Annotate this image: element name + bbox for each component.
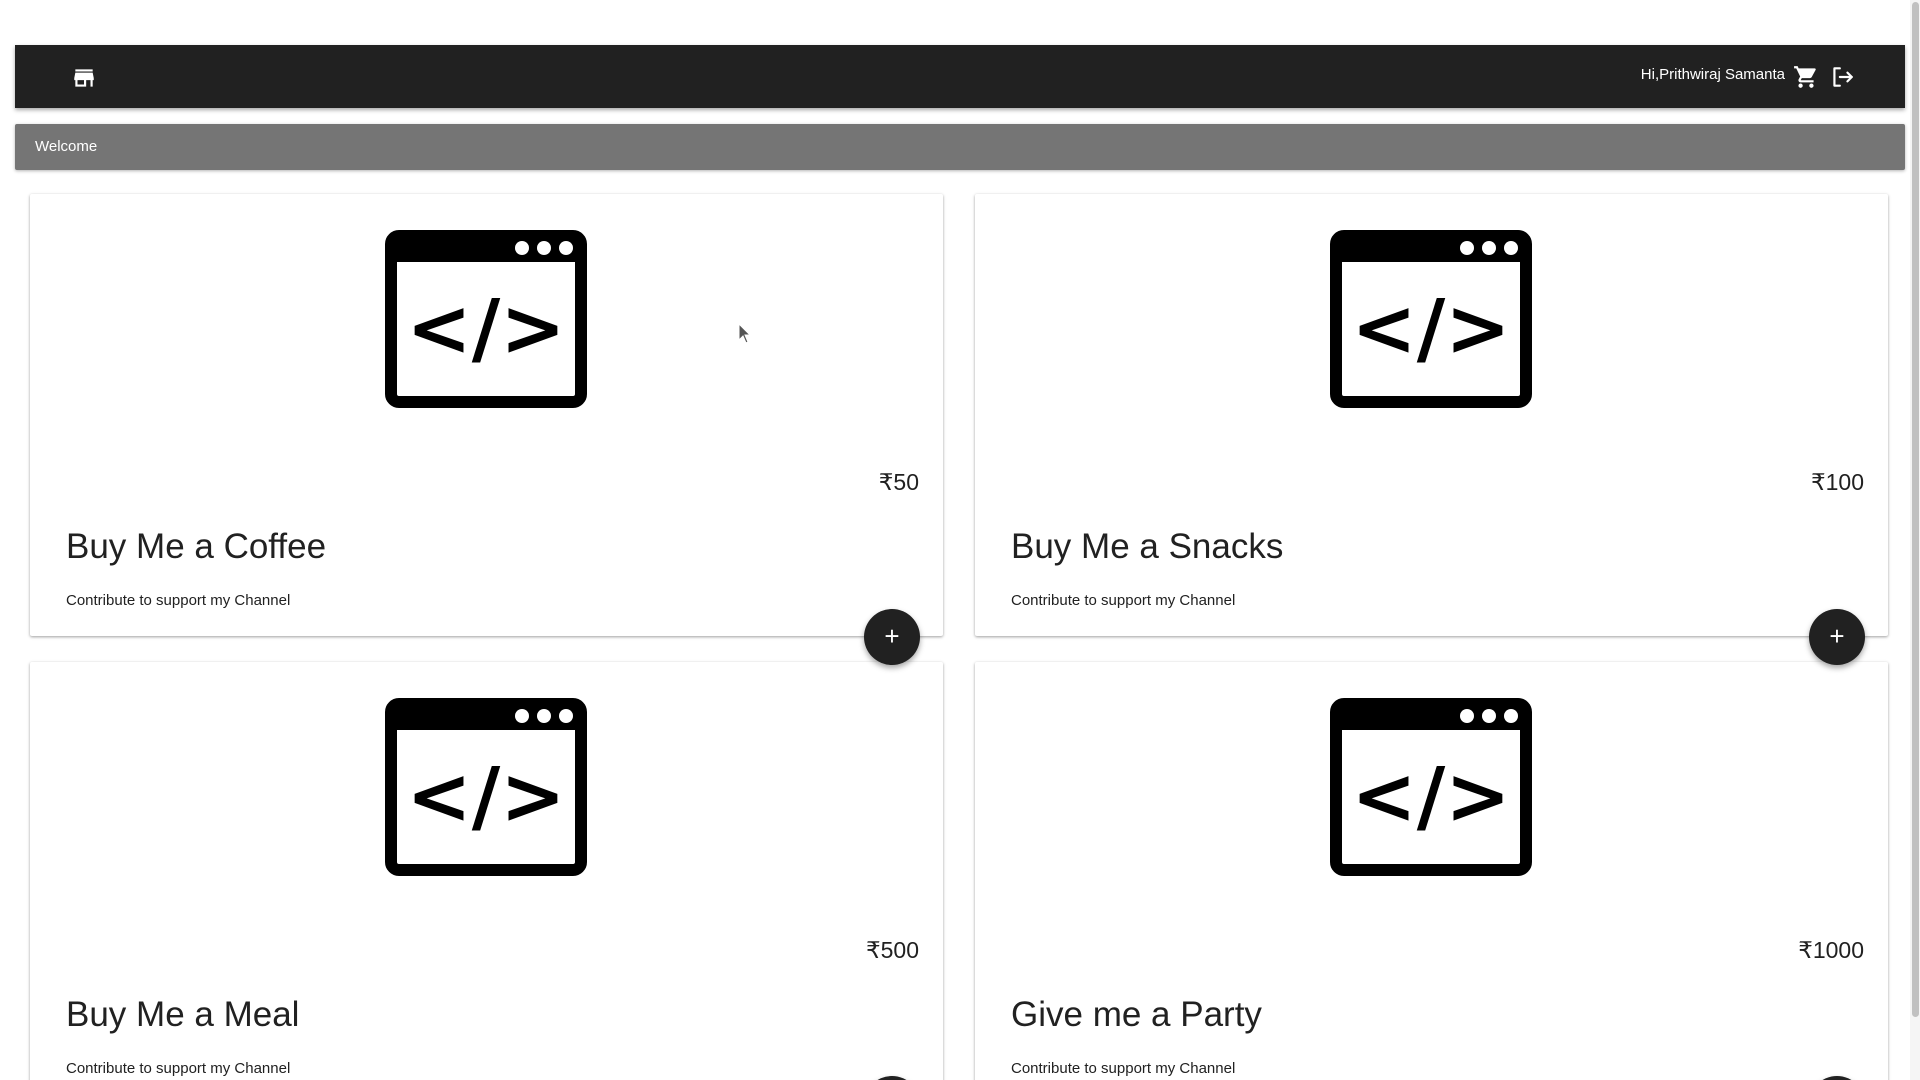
card-description: Contribute to support my Channel — [1011, 1060, 1236, 1077]
card-title: Buy Me a Snacks — [1011, 527, 1284, 566]
plus-icon: + — [884, 621, 900, 651]
svg-text:</>: </> — [1351, 752, 1510, 842]
card-price: ₹1000 — [1798, 937, 1864, 963]
user-area: Hi,Prithwiraj Samanta — [1641, 45, 1857, 108]
card-title: Give me a Party — [1011, 995, 1262, 1034]
svg-text:</>: </> — [406, 284, 565, 374]
scrollbar-thumb[interactable] — [1912, 2, 1919, 1017]
code-window-icon: </> — [1330, 230, 1532, 408]
card-description: Contribute to support my Channel — [1011, 592, 1236, 609]
store-icon[interactable] — [71, 65, 97, 91]
card-price: ₹50 — [878, 469, 919, 495]
product-card: </> ₹500 Buy Me a Meal Contribute to sup… — [30, 662, 943, 1080]
welcome-text: Welcome — [35, 138, 98, 155]
page: Hi,Prithwiraj Samanta Welcome </> ₹50 Bu… — [0, 0, 1920, 1080]
logout-icon — [1833, 66, 1853, 87]
cart-icon — [1794, 65, 1816, 88]
vertical-scrollbar[interactable] — [1910, 0, 1920, 1080]
cart-button[interactable] — [1791, 62, 1821, 92]
code-window-icon: </> — [1330, 698, 1532, 876]
card-title: Buy Me a Meal — [66, 995, 300, 1034]
welcome-bar: Welcome — [15, 124, 1905, 170]
product-card: </> ₹50 Buy Me a Coffee Contribute to su… — [30, 194, 943, 636]
code-window-icon: </> — [385, 230, 587, 408]
card-title: Buy Me a Coffee — [66, 527, 327, 566]
card-description: Contribute to support my Channel — [66, 1060, 291, 1077]
card-description: Contribute to support my Channel — [66, 592, 291, 609]
product-card: </> ₹100 Buy Me a Snacks Contribute to s… — [975, 194, 1888, 636]
svg-text:</>: </> — [406, 752, 565, 842]
card-price: ₹500 — [865, 937, 919, 963]
plus-icon: + — [1829, 621, 1845, 651]
add-to-cart-button[interactable]: + — [1809, 609, 1865, 665]
card-price: ₹100 — [1810, 469, 1864, 495]
product-card: </> ₹1000 Give me a Party Contribute to … — [975, 662, 1888, 1080]
mouse-cursor-icon — [738, 322, 752, 345]
add-to-cart-button[interactable]: + — [864, 609, 920, 665]
user-greeting: Hi,Prithwiraj Samanta — [1640, 66, 1785, 83]
app-bar: Hi,Prithwiraj Samanta — [15, 45, 1905, 108]
logout-button[interactable] — [1827, 62, 1857, 92]
code-window-icon: </> — [385, 698, 587, 876]
svg-text:</>: </> — [1351, 284, 1510, 374]
